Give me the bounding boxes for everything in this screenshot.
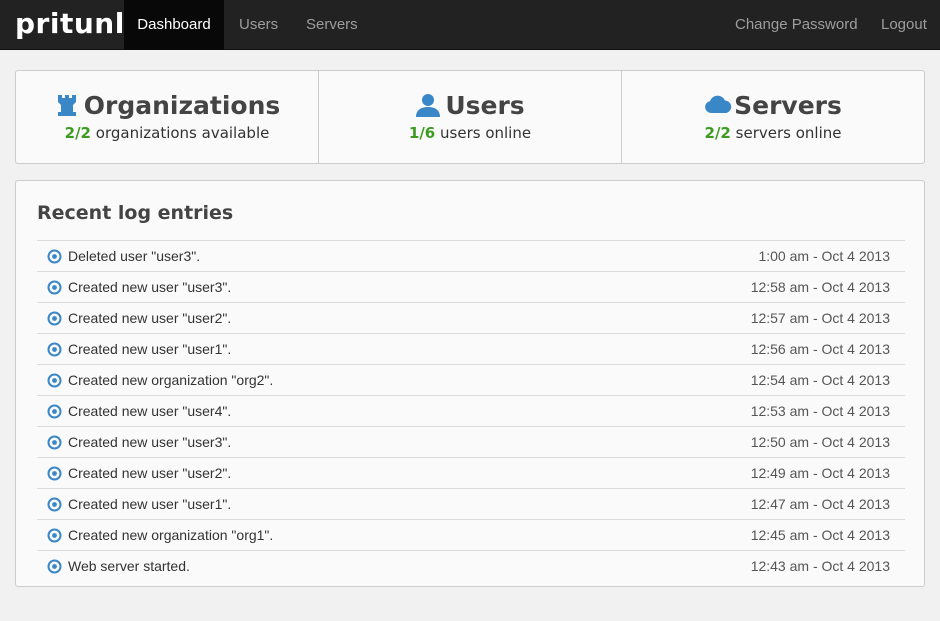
log-message: Deleted user "user3". <box>68 248 201 264</box>
log-timestamp: 12:43 am - Oct 4 2013 <box>750 558 890 574</box>
log-entry: Created new user "user1". 12:56 am - Oct … <box>37 333 905 364</box>
log-bullet-icon <box>47 249 62 264</box>
nav-change-password[interactable]: Change Password <box>735 0 858 50</box>
stats-panel: Organizations 2/2 organizations availabl… <box>15 70 925 164</box>
stat-organizations-suffix: organizations available <box>95 124 270 142</box>
nav-users[interactable]: Users <box>239 0 278 50</box>
log-message: Created new organization "org2". <box>68 372 274 388</box>
log-entry: Web server started. 12:43 am - Oct 4 2013 <box>37 550 905 581</box>
cloud-icon <box>704 92 732 118</box>
log-message: Web server started. <box>68 558 190 574</box>
log-entry: Created new organization "org2". 12:54 am… <box>37 364 905 395</box>
log-message: Created new user "user2". <box>68 310 232 326</box>
log-message: Created new user "user2". <box>68 465 232 481</box>
stat-servers-suffix: servers online <box>735 124 842 142</box>
log-message: Created new user "user4". <box>68 403 232 419</box>
log-list: Deleted user "user3". 1:00 am - Oct 4 201… <box>37 240 905 581</box>
stat-servers-subtitle: 2/2 servers online <box>622 124 924 142</box>
log-entry: Created new organization "org1". 12:45 am… <box>37 519 905 550</box>
user-icon <box>415 92 441 118</box>
log-entry: Created new user "user2". 12:57 am - Oct … <box>37 302 905 333</box>
nav-logout[interactable]: Logout <box>881 0 927 50</box>
navbar: pritunl Dashboard Users Servers Change P… <box>0 0 940 50</box>
log-timestamp: 12:45 am - Oct 4 2013 <box>750 527 890 543</box>
nav-dashboard[interactable]: Dashboard <box>124 0 224 50</box>
log-message: Created new user "user1". <box>68 496 232 512</box>
stat-organizations-count: 2/2 <box>64 124 91 142</box>
log-bullet-icon <box>47 435 62 450</box>
log-entry: Created new user "user2". 12:49 am - Oct … <box>37 457 905 488</box>
log-bullet-icon <box>47 404 62 419</box>
stat-users-title: Users <box>319 87 621 123</box>
log-entry: Created new user "user3". 12:50 am - Oct … <box>37 426 905 457</box>
log-entry: Deleted user "user3". 1:00 am - Oct 4 201… <box>37 240 905 271</box>
log-timestamp: 1:00 am - Oct 4 2013 <box>758 248 890 264</box>
log-timestamp: 12:53 am - Oct 4 2013 <box>750 403 890 419</box>
stat-users-suffix: users online <box>440 124 532 142</box>
log-timestamp: 12:57 am - Oct 4 2013 <box>750 310 890 326</box>
stat-organizations-label: Organizations <box>83 90 281 120</box>
log-timestamp: 12:47 am - Oct 4 2013 <box>750 496 890 512</box>
log-entry: Created new user "user4". 12:53 am - Oct … <box>37 395 905 426</box>
recent-logs-title: Recent log entries <box>37 202 234 224</box>
log-entry: Created new user "user1". 12:47 am - Oct … <box>37 488 905 519</box>
stat-servers: Servers 2/2 servers online <box>621 71 924 163</box>
log-timestamp: 12:56 am - Oct 4 2013 <box>750 341 890 357</box>
log-bullet-icon <box>47 466 62 481</box>
stat-servers-title: Servers <box>622 87 924 123</box>
brand-logo[interactable]: pritunl <box>15 4 125 44</box>
rook-icon <box>54 92 80 118</box>
log-bullet-icon <box>47 373 62 388</box>
nav-servers[interactable]: Servers <box>306 0 358 50</box>
stat-servers-count: 2/2 <box>704 124 731 142</box>
log-message: Created new organization "org1". <box>68 527 274 543</box>
log-timestamp: 12:58 am - Oct 4 2013 <box>750 279 890 295</box>
log-timestamp: 12:54 am - Oct 4 2013 <box>750 372 890 388</box>
stat-users: Users 1/6 users online <box>318 71 621 163</box>
log-message: Created new user "user3". <box>68 434 232 450</box>
stat-organizations-subtitle: 2/2 organizations available <box>16 124 318 142</box>
log-entry: Created new user "user3". 12:58 am - Oct … <box>37 271 905 302</box>
log-bullet-icon <box>47 497 62 512</box>
log-bullet-icon <box>47 311 62 326</box>
stat-organizations: Organizations 2/2 organizations availabl… <box>16 71 318 163</box>
stat-organizations-title: Organizations <box>16 87 318 123</box>
recent-logs-panel: Recent log entries Deleted user "user3".… <box>15 180 925 587</box>
log-timestamp: 12:50 am - Oct 4 2013 <box>750 434 890 450</box>
stat-users-subtitle: 1/6 users online <box>319 124 621 142</box>
log-bullet-icon <box>47 559 62 574</box>
log-bullet-icon <box>47 528 62 543</box>
log-timestamp: 12:49 am - Oct 4 2013 <box>750 465 890 481</box>
stat-users-count: 1/6 <box>408 124 436 142</box>
log-bullet-icon <box>47 342 62 357</box>
log-bullet-icon <box>47 280 62 295</box>
stat-servers-label: Servers <box>734 90 842 120</box>
log-message: Created new user "user3". <box>68 279 232 295</box>
stat-users-label: Users <box>445 90 525 120</box>
log-message: Created new user "user1". <box>68 341 232 357</box>
